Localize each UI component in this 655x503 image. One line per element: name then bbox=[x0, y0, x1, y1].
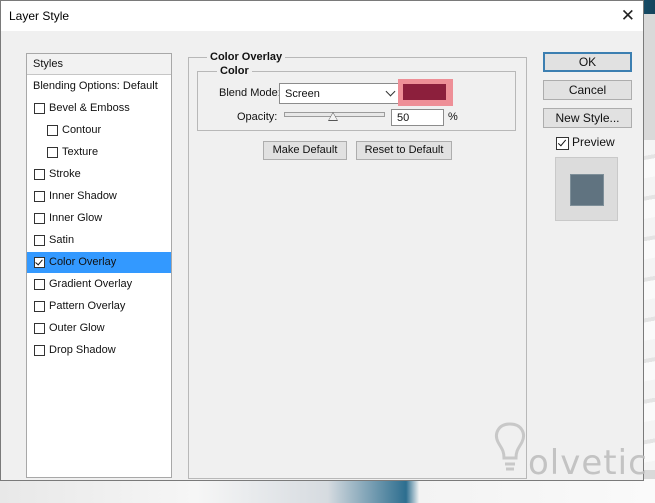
make-default-button[interactable]: Make Default bbox=[263, 141, 347, 160]
styles-item[interactable]: Satin bbox=[27, 230, 171, 251]
styles-item-label: Texture bbox=[62, 146, 99, 158]
dialog-title: Layer Style bbox=[9, 9, 70, 23]
blend-mode-value: Screen bbox=[285, 88, 320, 100]
preview-label: Preview bbox=[572, 135, 615, 149]
styles-item-label: Inner Glow bbox=[49, 212, 103, 224]
styles-item-label: Color Overlay bbox=[49, 256, 117, 268]
styles-item-label: Inner Shadow bbox=[49, 190, 117, 202]
chevron-down-icon bbox=[385, 86, 396, 97]
styles-item-label: Drop Shadow bbox=[49, 344, 116, 356]
checkbox[interactable] bbox=[34, 345, 45, 356]
styles-item[interactable]: Drop Shadow bbox=[27, 340, 171, 361]
opacity-input[interactable]: 50 bbox=[391, 109, 444, 126]
checkbox[interactable] bbox=[34, 103, 45, 114]
blend-mode-label: Blend Mode: bbox=[219, 87, 281, 99]
checkbox[interactable] bbox=[34, 323, 45, 334]
opacity-value: 50 bbox=[397, 112, 410, 124]
watermark-logo-icon bbox=[495, 422, 525, 471]
styles-item-label: Pattern Overlay bbox=[49, 300, 126, 312]
styles-item[interactable]: Bevel & Emboss bbox=[27, 98, 171, 119]
overlay-color-swatch bbox=[403, 84, 446, 100]
styles-item[interactable]: Pattern Overlay bbox=[27, 296, 171, 317]
checkbox[interactable] bbox=[34, 279, 45, 290]
styles-item-label: Gradient Overlay bbox=[49, 278, 133, 290]
opacity-label: Opacity: bbox=[237, 111, 278, 123]
styles-item[interactable]: Stroke bbox=[27, 164, 171, 185]
styles-item[interactable]: Inner Glow bbox=[27, 208, 171, 229]
cancel-button[interactable]: Cancel bbox=[543, 80, 632, 100]
new-style-button[interactable]: New Style... bbox=[543, 108, 632, 128]
styles-header[interactable]: Styles bbox=[27, 54, 171, 75]
layer-style-dialog: Layer Style ✕ Styles Blending Options: D… bbox=[0, 0, 644, 481]
color-group-title: Color bbox=[217, 65, 252, 77]
color-overlay-title: Color Overlay bbox=[207, 51, 286, 63]
checkbox[interactable] bbox=[34, 235, 45, 246]
styles-item-label: Bevel & Emboss bbox=[49, 102, 130, 114]
reset-to-default-button[interactable]: Reset to Default bbox=[356, 141, 452, 160]
styles-item-label: Blending Options: Default bbox=[33, 80, 158, 92]
ok-button[interactable]: OK bbox=[543, 52, 632, 72]
close-icon[interactable]: ✕ bbox=[621, 7, 635, 24]
styles-item-label: Satin bbox=[49, 234, 75, 246]
watermark-text: olvetic bbox=[528, 443, 648, 483]
color-swatch-button[interactable] bbox=[398, 79, 453, 106]
checkbox[interactable] bbox=[34, 301, 45, 312]
style-preview-thumbnail bbox=[555, 157, 618, 221]
checkbox[interactable] bbox=[34, 213, 45, 224]
blend-mode-select[interactable]: Screen bbox=[279, 83, 399, 104]
preview-swatch bbox=[570, 174, 604, 206]
opacity-slider-thumb[interactable] bbox=[328, 112, 338, 121]
styles-list: Styles Blending Options: Default Bevel & … bbox=[26, 53, 172, 478]
styles-item[interactable]: Color Overlay bbox=[27, 252, 171, 273]
styles-item[interactable]: Gradient Overlay bbox=[27, 274, 171, 295]
checkbox[interactable] bbox=[34, 169, 45, 180]
opacity-unit: % bbox=[448, 111, 458, 123]
styles-item-label: Stroke bbox=[49, 168, 81, 180]
checkbox[interactable] bbox=[47, 147, 58, 158]
checkbox-checked[interactable] bbox=[34, 257, 45, 268]
styles-item[interactable]: Outer Glow bbox=[27, 318, 171, 339]
preview-checkbox[interactable] bbox=[556, 137, 569, 150]
styles-item[interactable]: Blending Options: Default bbox=[27, 76, 171, 97]
styles-item[interactable]: Texture bbox=[27, 142, 171, 163]
styles-item-label: Outer Glow bbox=[49, 322, 105, 334]
title-bar: Layer Style ✕ bbox=[1, 1, 643, 31]
checkbox[interactable] bbox=[47, 125, 58, 136]
styles-item[interactable]: Inner Shadow bbox=[27, 186, 171, 207]
checkbox[interactable] bbox=[34, 191, 45, 202]
styles-item-label: Contour bbox=[62, 124, 102, 136]
styles-item[interactable]: Contour bbox=[27, 120, 171, 141]
